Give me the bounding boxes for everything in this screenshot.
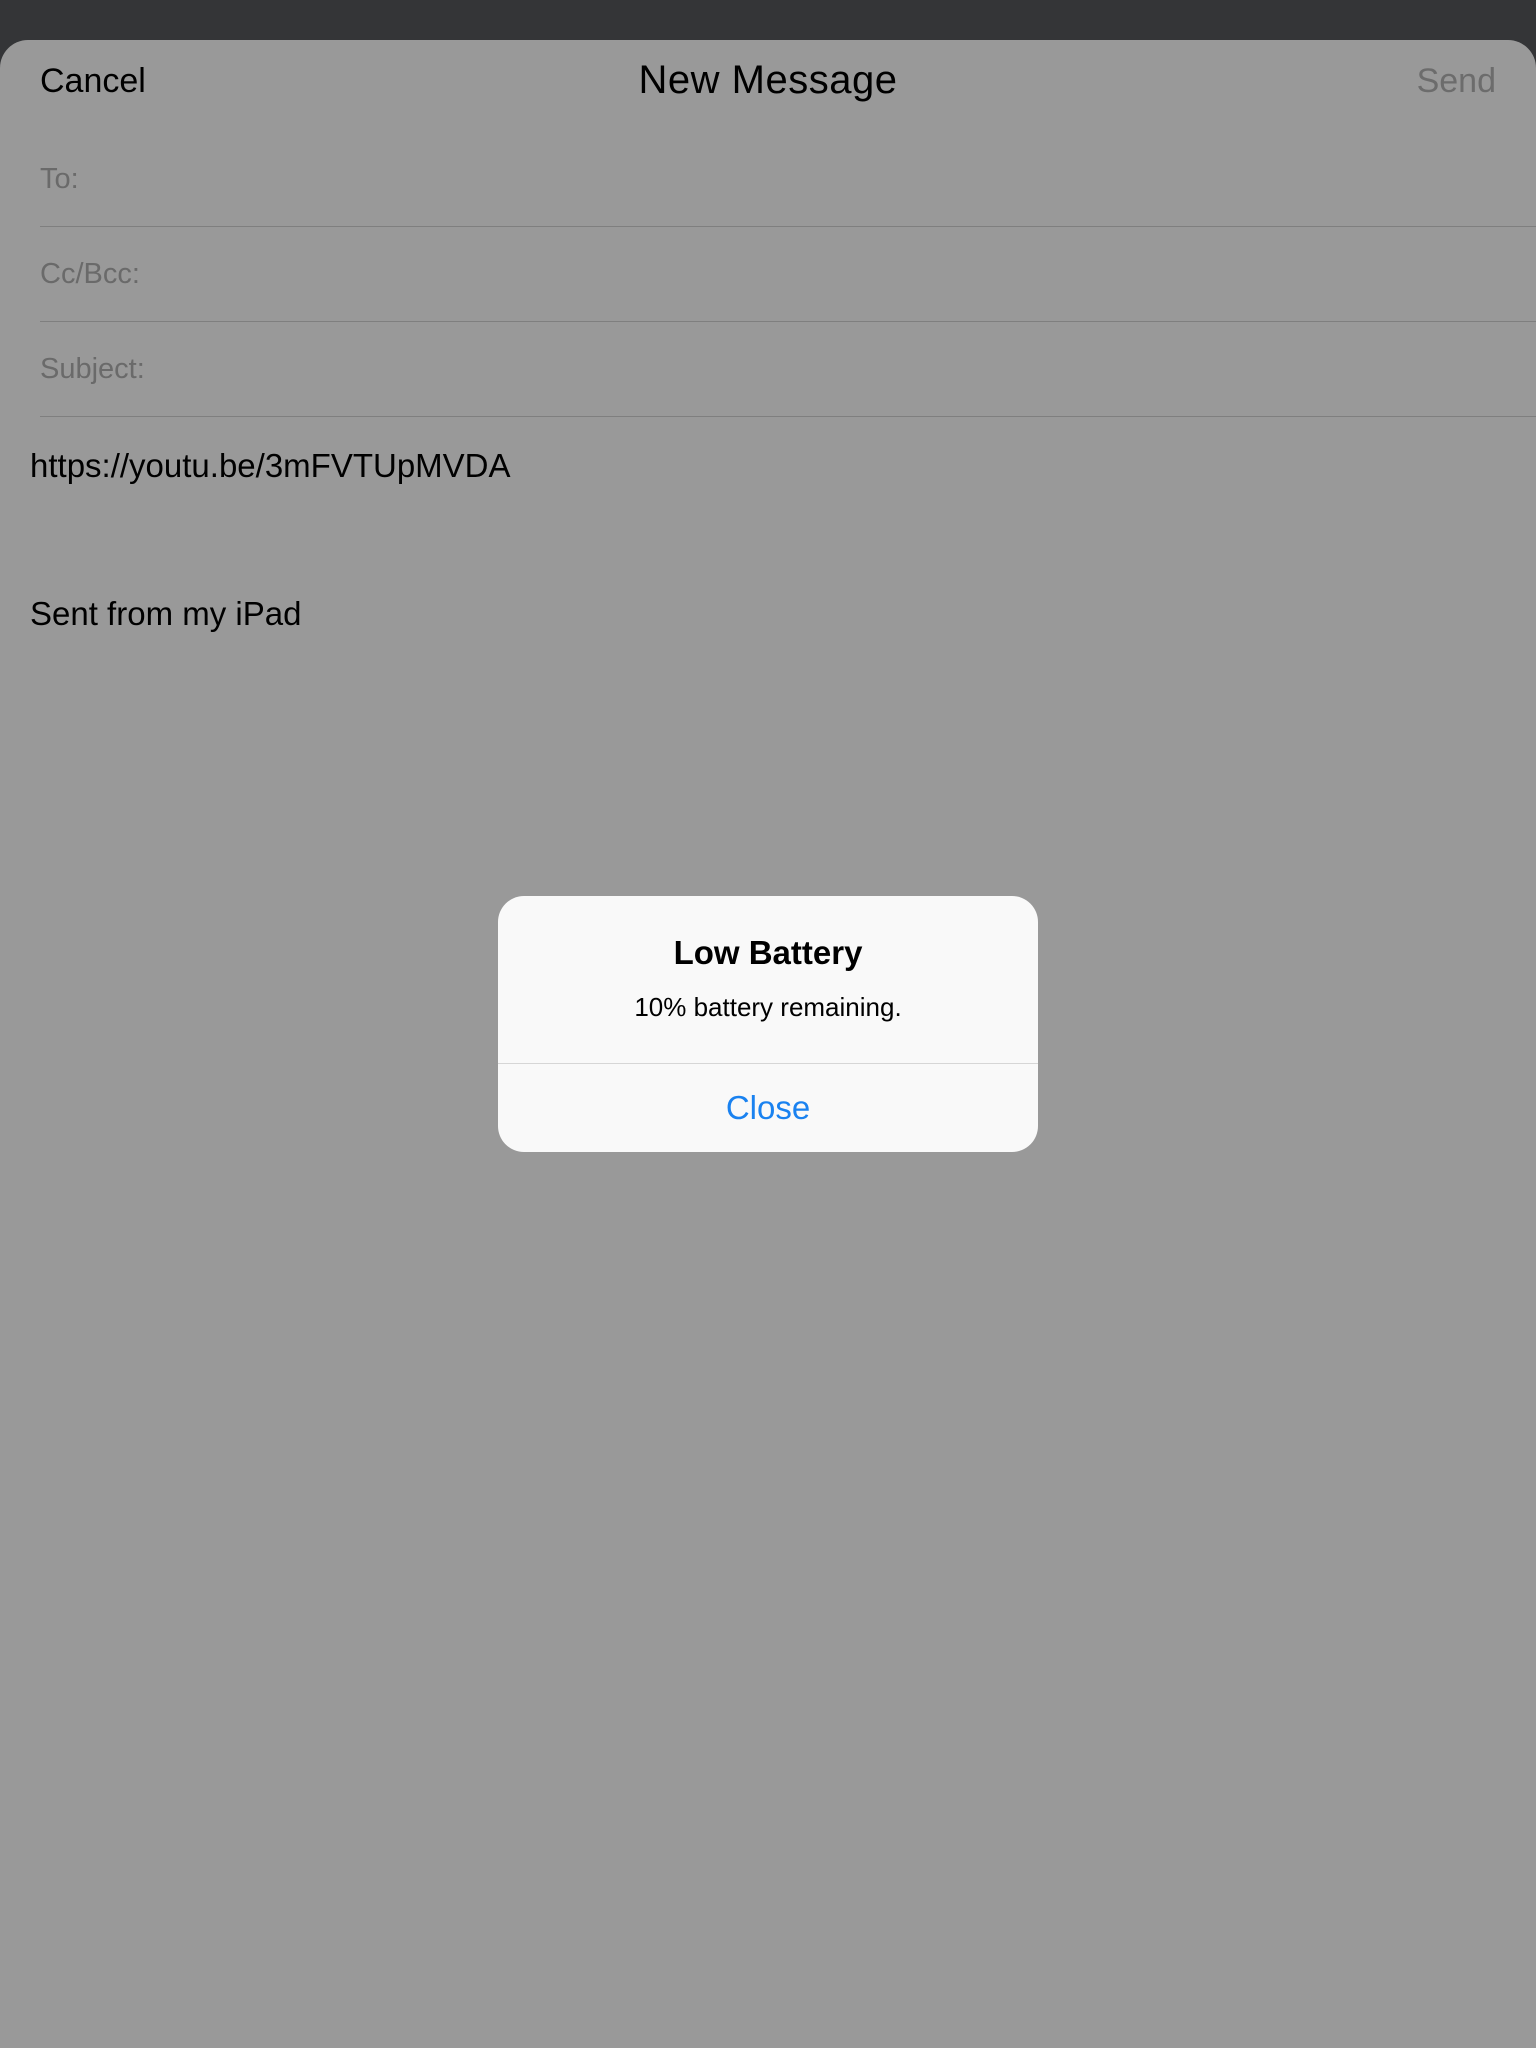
subject-row: Subject: <box>40 322 1536 417</box>
send-button[interactable]: Send <box>1417 62 1496 101</box>
message-body[interactable]: https://youtu.be/3mFVTUpMVDA Sent from m… <box>0 417 1536 653</box>
ccbcc-field[interactable] <box>151 243 1536 305</box>
compose-title: New Message <box>638 58 898 102</box>
body-signature-text: Sent from my iPad <box>30 595 302 632</box>
compose-nav-bar: Cancel New Message Send <box>0 40 1536 132</box>
alert-message: 10% battery remaining. <box>634 992 902 1022</box>
body-link-text: https://youtu.be/3mFVTUpMVDA <box>30 447 511 484</box>
alert-title: Low Battery <box>673 934 863 971</box>
to-row: To: <box>40 132 1536 227</box>
subject-label: Subject: <box>40 352 145 385</box>
ccbcc-label: Cc/Bcc: <box>40 257 140 290</box>
ccbcc-row: Cc/Bcc: <box>40 227 1536 322</box>
low-battery-alert: Low Battery 10% battery remaining. Close <box>498 896 1038 1152</box>
to-label: To: <box>40 162 79 195</box>
to-field[interactable] <box>90 148 1536 210</box>
alert-close-button[interactable]: Close <box>498 1064 1038 1152</box>
subject-field[interactable] <box>156 338 1536 400</box>
